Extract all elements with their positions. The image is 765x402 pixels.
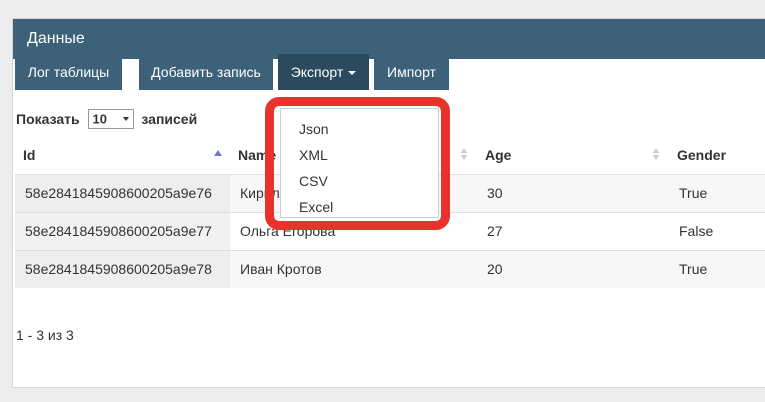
import-label: Импорт xyxy=(387,64,436,80)
length-prefix: Показать xyxy=(16,111,80,127)
cell-id: 58e2841845908600205a9e77 xyxy=(15,211,230,250)
column-header-id[interactable]: Id xyxy=(15,137,230,175)
sort-both-icon xyxy=(461,148,467,162)
length-suffix: записей xyxy=(141,111,198,127)
select-arrow-icon xyxy=(122,117,129,121)
cell-age: 30 xyxy=(477,173,669,212)
panel-title: Данные xyxy=(13,19,765,59)
cell-id: 58e2841845908600205a9e78 xyxy=(15,249,230,288)
export-button[interactable]: Экспорт xyxy=(278,54,369,90)
table-log-button[interactable]: Лог таблицы xyxy=(15,54,122,90)
table-row[interactable]: 58e2841845908600205a9e78 Иван Кротов 20 … xyxy=(15,249,765,288)
import-button[interactable]: Импорт xyxy=(374,54,449,90)
column-header-gender[interactable]: Gender xyxy=(669,137,765,175)
page-length-control: Показать 10 записей xyxy=(16,109,197,129)
column-header-age-label: Age xyxy=(485,147,512,164)
cell-gender: True xyxy=(669,249,765,288)
cell-age: 27 xyxy=(477,211,669,250)
cell-gender: True xyxy=(669,173,765,212)
page-length-value: 10 xyxy=(92,111,107,127)
sort-ascending-icon xyxy=(214,148,222,162)
cell-id: 58e2841845908600205a9e76 xyxy=(15,173,230,212)
export-label: Экспорт xyxy=(290,64,344,80)
table-log-label: Лог таблицы xyxy=(27,64,110,80)
add-record-label: Добавить запись xyxy=(151,64,261,80)
cell-gender: False xyxy=(669,211,765,250)
caret-down-icon xyxy=(348,71,357,75)
column-header-age[interactable]: Age xyxy=(477,137,669,175)
cell-name: Иван Кротов xyxy=(230,249,477,288)
column-header-id-label: Id xyxy=(23,147,36,164)
sort-both-icon xyxy=(653,148,659,162)
column-header-gender-label: Gender xyxy=(677,147,727,164)
highlight-annotation xyxy=(265,97,450,230)
table-info: 1 - 3 из 3 xyxy=(16,327,74,343)
page-length-select[interactable]: 10 xyxy=(87,109,134,129)
cell-age: 20 xyxy=(477,249,669,288)
add-record-button[interactable]: Добавить запись xyxy=(139,54,273,90)
